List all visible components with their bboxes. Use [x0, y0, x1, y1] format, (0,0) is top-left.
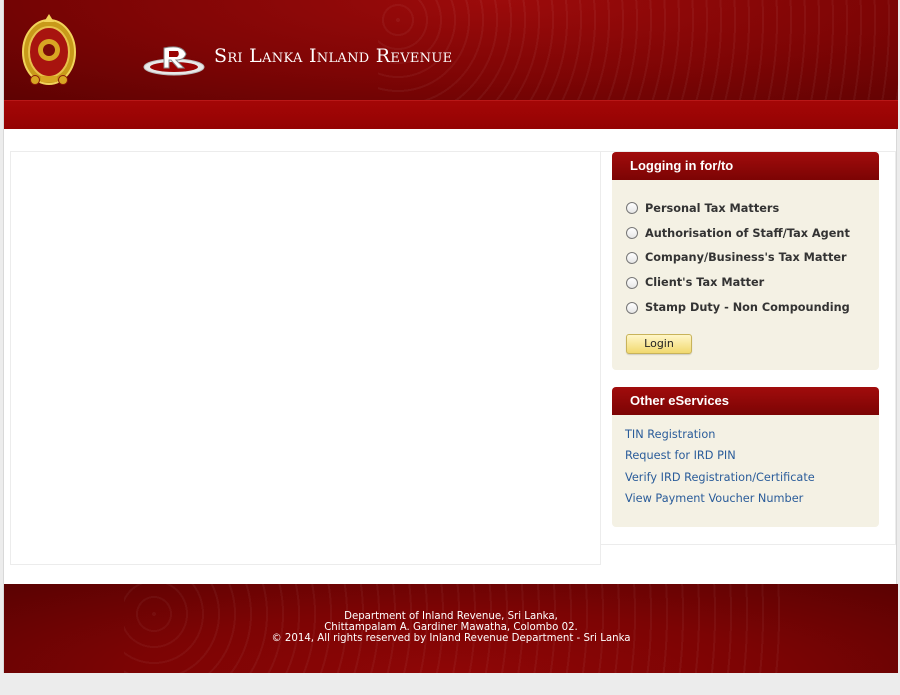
link-verify-registration[interactable]: Verify IRD Registration/Certificate [625, 471, 815, 492]
link-tin-registration[interactable]: TIN Registration [625, 428, 815, 449]
login-panel: Logging in for/to Personal Tax Matters A… [612, 152, 879, 370]
site-header: Sri Lanka Inland Revenue [4, 0, 898, 100]
option-label: Company/Business's Tax Matter [645, 251, 847, 265]
option-label: Stamp Duty - Non Compounding [645, 301, 850, 315]
footer-line-2: Chittampalam A. Gardiner Mawatha, Colomb… [324, 622, 578, 633]
option-label: Authorisation of Staff/Tax Agent [645, 226, 850, 240]
radio-button[interactable] [626, 227, 638, 240]
ird-logo-icon [143, 46, 205, 76]
main-content-area [10, 151, 601, 565]
option-authorisation-staff[interactable]: Authorisation of Staff/Tax Agent [626, 221, 850, 246]
site-title: Sri Lanka Inland Revenue [214, 45, 453, 67]
radio-button[interactable] [626, 301, 638, 314]
eservices-links: TIN Registration Request for IRD PIN Ver… [625, 428, 815, 513]
option-label: Personal Tax Matters [645, 201, 780, 215]
footer-line-1: Department of Inland Revenue, Sri Lanka, [344, 611, 558, 622]
other-eservices-heading: Other eServices [612, 387, 879, 415]
link-payment-voucher[interactable]: View Payment Voucher Number [625, 492, 815, 513]
option-client-tax[interactable]: Client's Tax Matter [626, 270, 850, 295]
radio-button[interactable] [626, 251, 638, 264]
footer-line-3: © 2014, All rights reserved by Inland Re… [271, 633, 631, 644]
option-label: Client's Tax Matter [645, 276, 765, 290]
state-emblem-icon [22, 14, 76, 85]
link-request-ird-pin[interactable]: Request for IRD PIN [625, 449, 815, 470]
radio-button[interactable] [626, 202, 638, 215]
login-panel-heading: Logging in for/to [612, 152, 879, 180]
header-pattern [378, 0, 898, 100]
login-button[interactable]: Login [626, 334, 692, 354]
footer-text: Department of Inland Revenue, Sri Lanka,… [4, 611, 898, 644]
option-personal-tax[interactable]: Personal Tax Matters [626, 196, 850, 221]
option-stamp-duty[interactable]: Stamp Duty - Non Compounding [626, 295, 850, 320]
other-eservices-panel: Other eServices TIN Registration Request… [612, 387, 879, 527]
option-company-business[interactable]: Company/Business's Tax Matter [626, 246, 850, 271]
radio-button[interactable] [626, 276, 638, 289]
login-options: Personal Tax Matters Authorisation of St… [626, 196, 850, 320]
site-footer: Department of Inland Revenue, Sri Lanka,… [4, 584, 898, 673]
nav-bar [4, 100, 898, 129]
